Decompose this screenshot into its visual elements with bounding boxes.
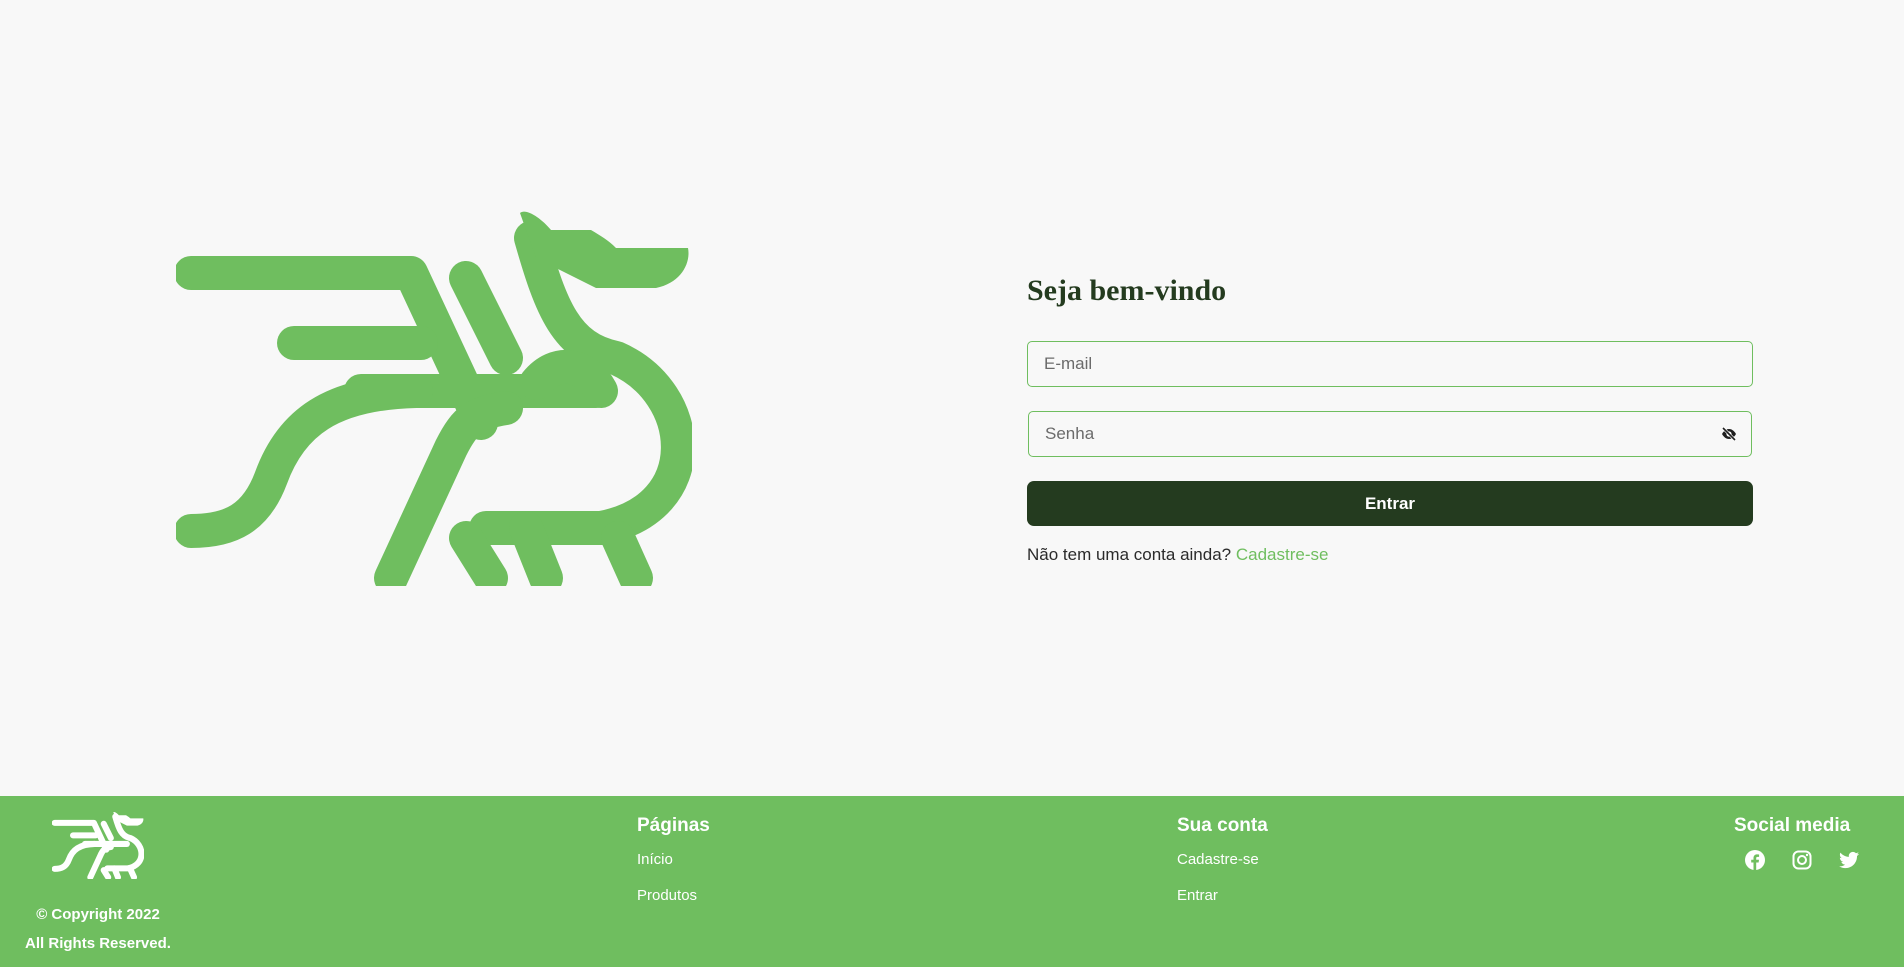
email-field-wrapper	[1027, 341, 1753, 387]
pegasus-logo	[176, 211, 692, 586]
eye-off-icon[interactable]	[1721, 426, 1737, 442]
login-form: Seja bem-vindo Entrar Não tem uma conta …	[1027, 270, 1753, 565]
password-field[interactable]	[1029, 412, 1751, 456]
footer: © Copyright 2022 All Rights Reserved. Pá…	[0, 796, 1904, 967]
footer-link-cadastre-se[interactable]: Cadastre-se	[1177, 851, 1268, 887]
signup-prompt: Não tem uma conta ainda?	[1027, 545, 1232, 564]
facebook-icon[interactable]	[1744, 849, 1766, 871]
main-content: Seja bem-vindo Entrar Não tem uma conta …	[0, 0, 1904, 796]
footer-link-produtos[interactable]: Produtos	[637, 887, 710, 923]
instagram-icon[interactable]	[1791, 849, 1813, 871]
footer-pages-column: Páginas Início Produtos	[637, 815, 710, 923]
rights-text: All Rights Reserved.	[25, 935, 171, 952]
social-icons	[1744, 849, 1860, 871]
footer-account-column: Sua conta Cadastre-se Entrar	[1177, 815, 1268, 923]
signup-prompt-row: Não tem uma conta ainda? Cadastre-se	[1027, 545, 1753, 565]
footer-pages-heading: Páginas	[637, 815, 710, 836]
footer-social-column: Social media	[1734, 815, 1860, 871]
footer-social-heading: Social media	[1734, 815, 1851, 836]
login-button[interactable]: Entrar	[1027, 481, 1753, 526]
footer-link-inicio[interactable]: Início	[637, 851, 710, 887]
page-title: Seja bem-vindo	[1027, 274, 1227, 307]
twitter-icon[interactable]	[1838, 849, 1860, 871]
email-field[interactable]	[1028, 342, 1752, 386]
footer-logo[interactable]	[52, 811, 144, 879]
footer-account-heading: Sua conta	[1177, 815, 1268, 836]
signup-link[interactable]: Cadastre-se	[1236, 545, 1329, 564]
footer-link-entrar[interactable]: Entrar	[1177, 887, 1268, 923]
password-field-wrapper	[1028, 411, 1752, 457]
copyright-text: © Copyright 2022	[36, 906, 160, 923]
